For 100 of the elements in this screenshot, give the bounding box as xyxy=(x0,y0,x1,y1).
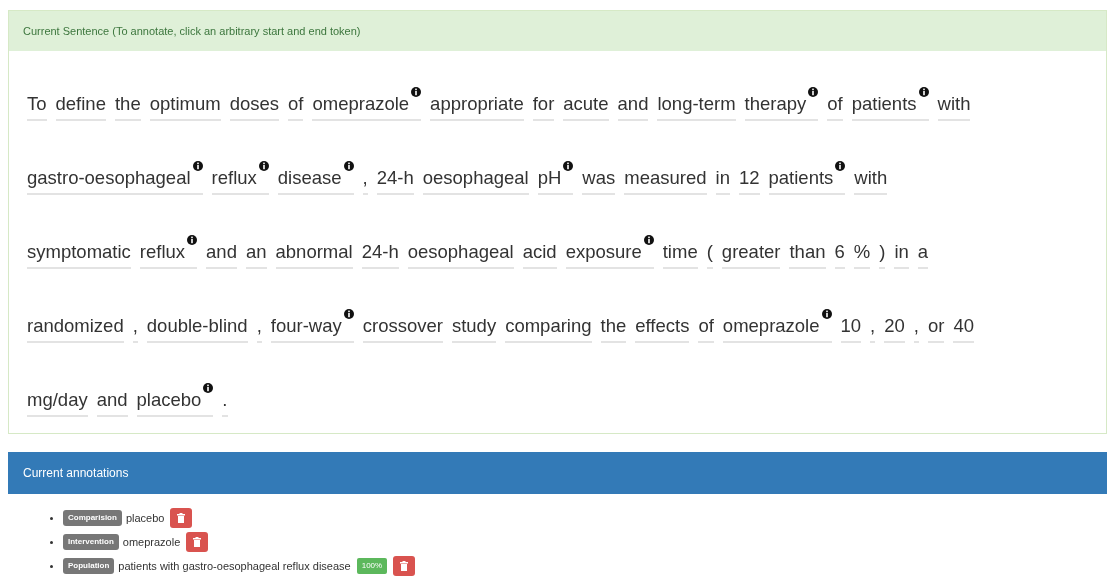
token[interactable]: symptomatic xyxy=(27,235,131,269)
token[interactable]: the xyxy=(600,309,627,343)
info-icon xyxy=(918,87,929,97)
token[interactable]: with xyxy=(937,87,971,121)
token[interactable]: % xyxy=(853,235,871,269)
label-badge: Population xyxy=(63,558,115,574)
token[interactable]: with xyxy=(854,161,888,195)
token[interactable]: study xyxy=(451,309,497,343)
annotation-text: omeprazole xyxy=(122,534,181,550)
token[interactable]: 20 xyxy=(884,309,905,343)
label-badge: Comparision xyxy=(63,510,122,526)
annotation-text: placebo xyxy=(125,510,165,526)
token[interactable]: , xyxy=(362,161,368,195)
token[interactable]: the xyxy=(114,87,141,121)
token[interactable]: exposure xyxy=(565,235,654,269)
info-icon xyxy=(192,161,203,171)
token[interactable]: appropriate xyxy=(430,87,524,121)
token[interactable]: and xyxy=(617,87,649,121)
delete-button[interactable] xyxy=(186,532,209,552)
token[interactable]: therapy xyxy=(744,87,819,121)
delete-button[interactable] xyxy=(170,508,193,528)
annotation-text: patients with gastro-oesophageal reflux disease xyxy=(118,558,351,574)
token[interactable]: effects xyxy=(635,309,690,343)
info-icon xyxy=(808,87,819,97)
info-icon xyxy=(821,309,832,319)
token[interactable]: ) xyxy=(879,235,886,269)
token[interactable]: comparing xyxy=(505,309,592,343)
token[interactable]: pH xyxy=(537,161,574,195)
token[interactable]: than xyxy=(789,235,826,269)
token[interactable]: randomized xyxy=(27,309,124,343)
token[interactable]: measured xyxy=(624,161,707,195)
label-badge: Intervention xyxy=(63,534,119,550)
score-badge: 100% xyxy=(356,558,388,574)
token[interactable]: greater xyxy=(721,235,781,269)
info-icon xyxy=(343,161,354,171)
bullet-icon xyxy=(50,564,53,568)
token[interactable]: or xyxy=(927,309,945,343)
token[interactable]: 12 xyxy=(738,161,760,195)
token[interactable]: gastro-oesophageal xyxy=(27,161,203,195)
info-icon xyxy=(563,161,574,171)
delete-button[interactable] xyxy=(393,556,416,576)
token[interactable]: acute xyxy=(563,87,609,121)
token[interactable]: double-blind xyxy=(146,309,248,343)
token[interactable]: of xyxy=(698,309,714,343)
token[interactable]: . xyxy=(222,383,228,417)
token[interactable]: , xyxy=(256,309,262,343)
token[interactable]: patients xyxy=(851,87,929,121)
token[interactable]: abnormal xyxy=(275,235,353,269)
trash-icon xyxy=(193,537,202,547)
token[interactable]: doses xyxy=(229,87,279,121)
panel-heading: Current annotations xyxy=(9,453,1106,493)
info-icon xyxy=(835,161,846,171)
token[interactable]: in xyxy=(894,235,909,269)
token[interactable]: of xyxy=(288,87,304,121)
token[interactable]: ( xyxy=(706,235,713,269)
token[interactable]: an xyxy=(245,235,267,269)
token[interactable]: in xyxy=(715,161,730,195)
info-icon xyxy=(411,87,422,97)
token[interactable]: time xyxy=(662,235,698,269)
bullet-icon xyxy=(50,540,53,544)
token[interactable]: disease xyxy=(277,161,354,195)
token[interactable]: and xyxy=(96,383,128,417)
bullet-icon xyxy=(50,516,53,520)
token[interactable]: 24-h xyxy=(376,161,414,195)
token[interactable]: a xyxy=(917,235,929,269)
token[interactable]: mg/day xyxy=(27,383,88,417)
trash-icon xyxy=(400,561,409,571)
token[interactable]: crossover xyxy=(362,309,443,343)
token[interactable]: patients xyxy=(768,161,846,195)
token[interactable]: define xyxy=(55,87,106,121)
token[interactable]: oesophageal xyxy=(422,161,529,195)
info-icon xyxy=(643,235,654,245)
info-icon xyxy=(203,383,214,393)
token[interactable]: , xyxy=(870,309,876,343)
info-icon xyxy=(187,235,198,245)
token[interactable]: reflux xyxy=(139,235,198,269)
token[interactable]: was xyxy=(582,161,616,195)
trash-icon xyxy=(177,513,186,523)
token[interactable]: omeprazole xyxy=(312,87,422,121)
token[interactable]: omeprazole xyxy=(722,309,832,343)
info-icon xyxy=(258,161,269,171)
token[interactable]: long-term xyxy=(657,87,736,121)
token[interactable]: reflux xyxy=(211,161,269,195)
token[interactable]: 24-h xyxy=(361,235,399,269)
token[interactable]: optimum xyxy=(149,87,221,121)
token[interactable]: oesophageal xyxy=(407,235,514,269)
token[interactable]: , xyxy=(913,309,919,343)
token[interactable]: placebo xyxy=(136,383,214,417)
info-icon xyxy=(343,309,354,319)
token[interactable]: To xyxy=(27,87,47,121)
panel-heading: Current Sentence (To annotate, click an arbitrary start and end token) xyxy=(9,11,1106,51)
token[interactable]: 6 xyxy=(834,235,845,269)
token[interactable]: 40 xyxy=(953,309,974,343)
token[interactable]: , xyxy=(132,309,138,343)
token[interactable]: for xyxy=(532,87,555,121)
token[interactable]: four-way xyxy=(270,309,354,343)
token[interactable]: of xyxy=(827,87,843,121)
token[interactable]: 10 xyxy=(840,309,862,343)
token[interactable]: and xyxy=(206,235,237,269)
token[interactable]: acid xyxy=(522,235,557,269)
